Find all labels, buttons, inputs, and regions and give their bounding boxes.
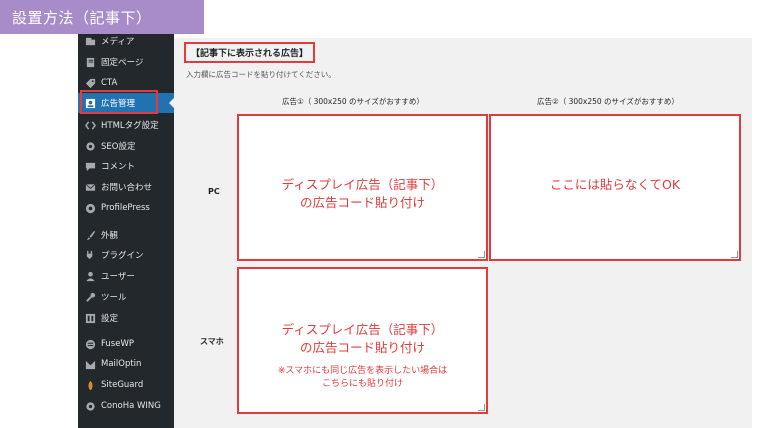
mailoptin-icon <box>84 358 96 370</box>
sidebar-item-pages[interactable]: 固定ページ <box>78 52 174 72</box>
sidebar-item-label: 外観 <box>101 231 119 241</box>
sidebar-item-label: コメント <box>101 162 136 172</box>
media-icon <box>84 35 96 47</box>
comment-icon <box>84 160 96 172</box>
sidebar-item-appearance[interactable]: 外観 <box>78 225 174 245</box>
sidebar-item-mailoptin[interactable]: MailOptin <box>78 354 174 374</box>
plugin-icon <box>84 249 96 261</box>
sidebar-item-label: SEO設定 <box>101 142 136 152</box>
wrench-icon <box>84 291 96 303</box>
sidebar-item-contact[interactable]: お問い合わせ <box>78 177 174 197</box>
sidebar-item-tools[interactable]: ツール <box>78 287 174 307</box>
code-icon <box>84 119 96 131</box>
pc-ad1-annotation: ディスプレイ広告（記事下） の広告コード貼り付け <box>281 177 444 210</box>
ad-settings-panel: 【記事下に表示される広告】 入力欄に広告コードを貼り付けてください。 広告①（ … <box>174 38 752 428</box>
admin-sidebar: メディア 固定ページ CTA 広告管理 HTMLタグ設定 SEO設定 コメント <box>78 34 174 428</box>
wp-admin-screen: メディア 固定ページ CTA 広告管理 HTMLタグ設定 SEO設定 コメント <box>78 34 752 428</box>
sidebar-item-html-tags[interactable]: HTMLタグ設定 <box>78 115 174 135</box>
sidebar-item-label: ConoHa WING <box>101 401 161 411</box>
column-header-ad2: 広告②（ 300x250 のサイズがおすすめ） <box>537 97 679 106</box>
settings-icon <box>84 312 96 324</box>
sidebar-item-label: ProfilePress <box>101 203 150 213</box>
tag-icon <box>84 77 96 89</box>
sidebar-item-label: CTA <box>101 78 118 88</box>
brush-icon <box>84 229 96 241</box>
sidebar-item-label: プラグイン <box>101 251 144 261</box>
conoha-icon <box>84 400 96 412</box>
smartphone-ad1-textarea[interactable]: ディスプレイ広告（記事下） の広告コード貼り付け ※スマホにも同じ広告を表示した… <box>237 267 488 414</box>
smartphone-ad1-annotation: ディスプレイ広告（記事下） の広告コード貼り付け <box>281 322 444 355</box>
sidebar-item-label: 固定ページ <box>101 58 144 68</box>
smartphone-ad1-note: ※スマホにも同じ広告を表示したい場合は こちらにも貼り付け <box>277 366 448 389</box>
gear-icon <box>84 140 96 152</box>
sidebar-item-label: ツール <box>101 293 127 303</box>
pc-ad1-textarea[interactable]: ディスプレイ広告（記事下） の広告コード貼り付け <box>237 114 488 261</box>
sidebar-item-profilepress[interactable]: ProfilePress <box>78 198 174 218</box>
sidebar-item-label: ユーザー <box>101 272 135 282</box>
instruction-text: 入力欄に広告コードを貼り付けてください。 <box>186 70 336 79</box>
sidebar-item-label: 設定 <box>101 314 119 324</box>
sidebar-item-settings[interactable]: 設定 <box>78 308 174 328</box>
sidebar-item-comments[interactable]: コメント <box>78 156 174 176</box>
user-icon <box>84 270 96 282</box>
sidebar-item-label: SiteGuard <box>101 380 144 390</box>
row-label-smartphone: スマホ <box>200 337 224 346</box>
sidebar-item-label: HTMLタグ設定 <box>101 121 159 131</box>
sidebar-item-fusewp[interactable]: FuseWP <box>78 334 174 354</box>
sidebar-item-label: お問い合わせ <box>101 183 153 193</box>
banner-title: 設置方法（記事下） <box>12 8 152 27</box>
section-banner: 設置方法（記事下） <box>0 0 204 34</box>
sidebar-item-conoha-wing[interactable]: ConoHa WING <box>78 396 174 416</box>
sidebar-item-cta[interactable]: CTA <box>78 73 174 93</box>
sidebar-item-ad-manager[interactable]: 広告管理 <box>78 93 174 113</box>
fusewp-icon <box>84 338 96 350</box>
row-label-pc: PC <box>208 187 220 196</box>
sidebar-item-siteguard[interactable]: SiteGuard <box>78 375 174 395</box>
pc-ad2-textarea[interactable]: ここには貼らなくてOK <box>489 114 741 261</box>
section-title: 【記事下に表示される広告】 <box>184 42 316 63</box>
siteguard-icon <box>84 379 96 391</box>
ad-manager-icon <box>84 97 96 109</box>
mail-icon <box>84 181 96 193</box>
sidebar-item-label: メディア <box>101 37 135 47</box>
sidebar-item-label: 広告管理 <box>101 99 136 109</box>
sidebar-item-users[interactable]: ユーザー <box>78 266 174 286</box>
profilepress-icon <box>84 202 96 214</box>
sidebar-item-label: MailOptin <box>101 359 142 369</box>
sidebar-item-label: FuseWP <box>101 339 134 349</box>
sidebar-item-media[interactable]: メディア <box>78 34 174 51</box>
page-icon <box>84 56 96 68</box>
column-header-ad1: 広告①（ 300x250 のサイズがおすすめ） <box>282 97 424 106</box>
sidebar-item-plugins[interactable]: プラグイン <box>78 245 174 265</box>
pc-ad2-annotation: ここには貼らなくてOK <box>549 177 681 192</box>
sidebar-item-seo[interactable]: SEO設定 <box>78 136 174 156</box>
